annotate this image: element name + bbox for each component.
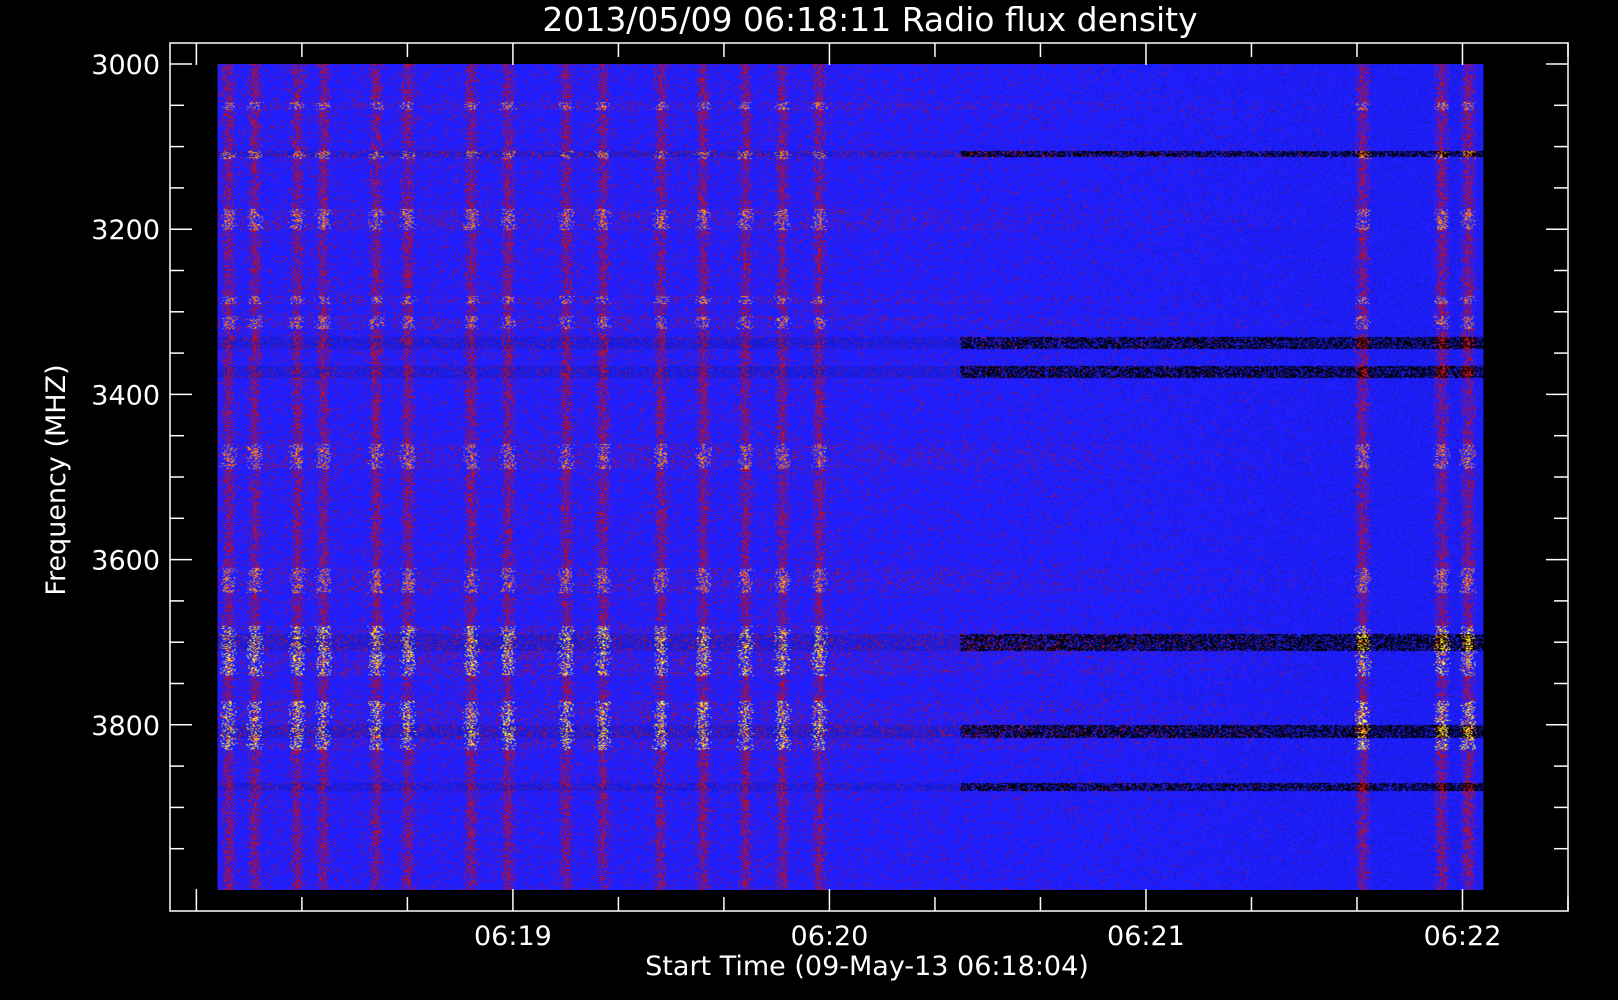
heatmap-layer	[217, 64, 1484, 890]
x-tick-label: 06:19	[474, 921, 552, 952]
chart-title: 2013/05/09 06:18:11 Radio flux density	[542, 0, 1197, 39]
y-axis-label: Frequency (MHZ)	[41, 364, 72, 595]
y-tick-label: 3600	[91, 546, 160, 577]
y-tick-label: 3400	[91, 380, 160, 411]
spectrogram-chart: 2013/05/09 06:18:11 Radio flux density 3…	[0, 0, 1618, 1000]
x-tick-label: 06:22	[1424, 921, 1502, 952]
spectrogram-image	[217, 64, 1484, 890]
y-tick-label: 3800	[91, 711, 160, 742]
x-tick-label: 06:20	[791, 921, 869, 952]
y-tick-label: 3000	[91, 50, 160, 81]
x-tick-label: 06:21	[1107, 921, 1185, 952]
y-tick-label: 3200	[91, 215, 160, 246]
x-axis-label: Start Time (09-May-13 06:18:04)	[645, 951, 1089, 982]
